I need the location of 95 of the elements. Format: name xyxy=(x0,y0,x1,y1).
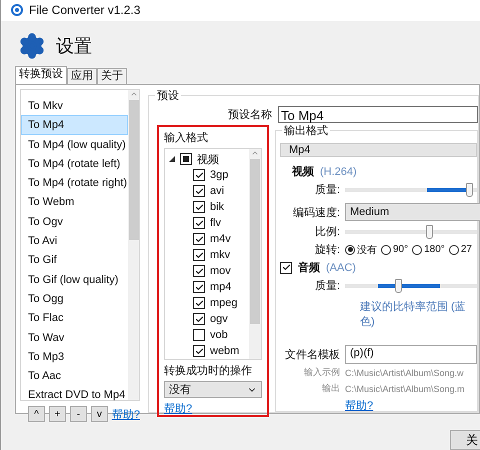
checkbox[interactable] xyxy=(193,297,205,309)
tab[interactable]: 转换预设 xyxy=(15,66,67,85)
tab[interactable]: 关于 xyxy=(97,68,127,85)
checkbox[interactable] xyxy=(193,169,205,181)
tree-item[interactable]: vob xyxy=(210,329,228,341)
settings-icon xyxy=(18,32,46,60)
help-link[interactable]: 帮助? xyxy=(345,398,374,413)
tree-item[interactable]: mov xyxy=(210,265,231,277)
field-label: 比例: xyxy=(314,225,340,239)
path-text: C:\Music\Artist\Album\Song.m xyxy=(345,384,465,394)
checkbox[interactable] xyxy=(193,185,205,197)
tree-item[interactable]: 3gp xyxy=(210,169,228,181)
preset-item[interactable]: To Ogv xyxy=(21,212,128,232)
field-label: 质量: xyxy=(314,183,340,197)
group-title: 输出格式 xyxy=(282,123,330,138)
rotation-radio[interactable]: 没有 xyxy=(345,242,377,256)
path-text: C:\Music\Artist\Album\Song.w xyxy=(345,368,464,378)
codec-label: (H.264) xyxy=(320,166,357,178)
tree-item[interactable]: m4v xyxy=(210,233,231,245)
checkbox[interactable] xyxy=(193,249,205,261)
checkbox[interactable] xyxy=(193,201,205,213)
help-link[interactable]: 帮助? xyxy=(112,406,140,422)
expand-icon[interactable] xyxy=(169,156,175,162)
checkbox[interactable] xyxy=(193,345,205,357)
checkbox[interactable] xyxy=(193,281,205,293)
app-logo-icon xyxy=(11,4,23,16)
section-title: 视频 xyxy=(292,164,314,179)
checkbox[interactable] xyxy=(193,233,205,245)
rotation-radio[interactable]: 27 xyxy=(448,242,472,256)
preset-name-field[interactable]: To Mp4 xyxy=(278,106,478,123)
slider-thumb[interactable] xyxy=(395,278,402,292)
checkbox[interactable] xyxy=(280,262,292,274)
group-title: 预设 xyxy=(155,88,181,103)
scrollbar[interactable] xyxy=(128,90,139,400)
preset-item[interactable]: To Mp3 xyxy=(21,346,128,366)
tree-item[interactable]: bik xyxy=(210,201,224,213)
preset-item[interactable]: To Mp4 (rotate right) xyxy=(21,173,128,192)
list-button[interactable]: - xyxy=(70,406,87,422)
tree-item[interactable]: avi xyxy=(210,185,224,197)
checkbox[interactable] xyxy=(180,153,192,165)
page-title: 设置 xyxy=(56,34,92,58)
help-link[interactable]: 帮助? xyxy=(164,401,262,416)
preset-item[interactable]: To Mp4 xyxy=(21,115,128,135)
tree-item[interactable]: flv xyxy=(210,217,221,229)
preset-item[interactable]: To Flac xyxy=(21,308,128,328)
checkbox[interactable] xyxy=(193,329,205,341)
field-label: 预设名称 xyxy=(228,108,272,122)
rotation-radio[interactable]: 90° xyxy=(381,242,408,256)
tree-item[interactable]: mkv xyxy=(210,249,230,261)
preset-item[interactable]: To Gif (low quality) xyxy=(21,270,128,289)
tree-item[interactable]: 视频 xyxy=(197,152,219,166)
field-label: 旋转: xyxy=(314,243,340,257)
slider-thumb[interactable] xyxy=(426,224,434,238)
window-title: File Converter v1.2.3 xyxy=(29,3,140,18)
field-label: 输入示例 xyxy=(303,366,340,379)
format-dropdown[interactable]: Mp4 xyxy=(280,143,477,157)
checkbox[interactable] xyxy=(193,265,205,277)
tree-item[interactable]: ogv xyxy=(210,313,228,325)
scroll-up-icon[interactable] xyxy=(251,149,259,157)
scrollbar[interactable] xyxy=(249,149,261,359)
preset-item[interactable]: To Avi xyxy=(21,231,128,250)
hint-text: 建议的比特率范围 (蓝色) xyxy=(360,300,467,329)
tree-item[interactable]: mp4 xyxy=(210,281,232,293)
list-button[interactable]: v xyxy=(90,406,108,422)
preset-item[interactable]: To Wav xyxy=(21,328,128,347)
preset-item[interactable]: To Mp4 (rotate left) xyxy=(21,154,128,174)
section-title: 输入格式 xyxy=(164,131,209,145)
slider-thumb[interactable] xyxy=(466,182,474,196)
field-label: 输出 xyxy=(321,382,340,395)
action-dropdown[interactable]: 没有 xyxy=(164,381,262,398)
preset-item[interactable]: Extract DVD to Mp4 xyxy=(21,385,128,405)
field-label: 文件名模板 xyxy=(284,348,340,362)
list-button[interactable]: ^ xyxy=(28,406,45,422)
field-label: 编码速度: xyxy=(292,206,340,220)
preset-item[interactable]: To Webm xyxy=(21,192,128,212)
codec-label: (AAC) xyxy=(326,262,356,274)
tab[interactable]: 应用 xyxy=(67,68,97,85)
list-button[interactable]: + xyxy=(48,406,66,422)
tree-item[interactable]: mpeg xyxy=(210,297,238,309)
field-label: 质量: xyxy=(314,279,340,293)
preset-item[interactable]: To Gif xyxy=(21,250,128,270)
close-button[interactable]: 关 xyxy=(450,430,480,450)
scroll-up-icon[interactable] xyxy=(130,90,138,98)
speed-dropdown[interactable]: Medium xyxy=(345,203,480,221)
field-label: 转换成功时的操作 xyxy=(164,364,253,378)
checkbox[interactable] xyxy=(193,313,205,325)
filename-template-field[interactable]: (p)(f) xyxy=(345,344,477,364)
preset-item[interactable]: To Mp4 (low quality) xyxy=(21,134,128,154)
preset-item[interactable]: To Aac xyxy=(21,366,128,386)
section-title: 音频 xyxy=(298,260,320,275)
preset-item[interactable]: To Mkv xyxy=(21,96,128,116)
checkbox[interactable] xyxy=(193,217,205,229)
rotation-radio[interactable]: 180° xyxy=(412,242,445,256)
tree-item[interactable]: webm xyxy=(210,345,240,357)
preset-item[interactable]: To Ogg xyxy=(21,288,128,308)
